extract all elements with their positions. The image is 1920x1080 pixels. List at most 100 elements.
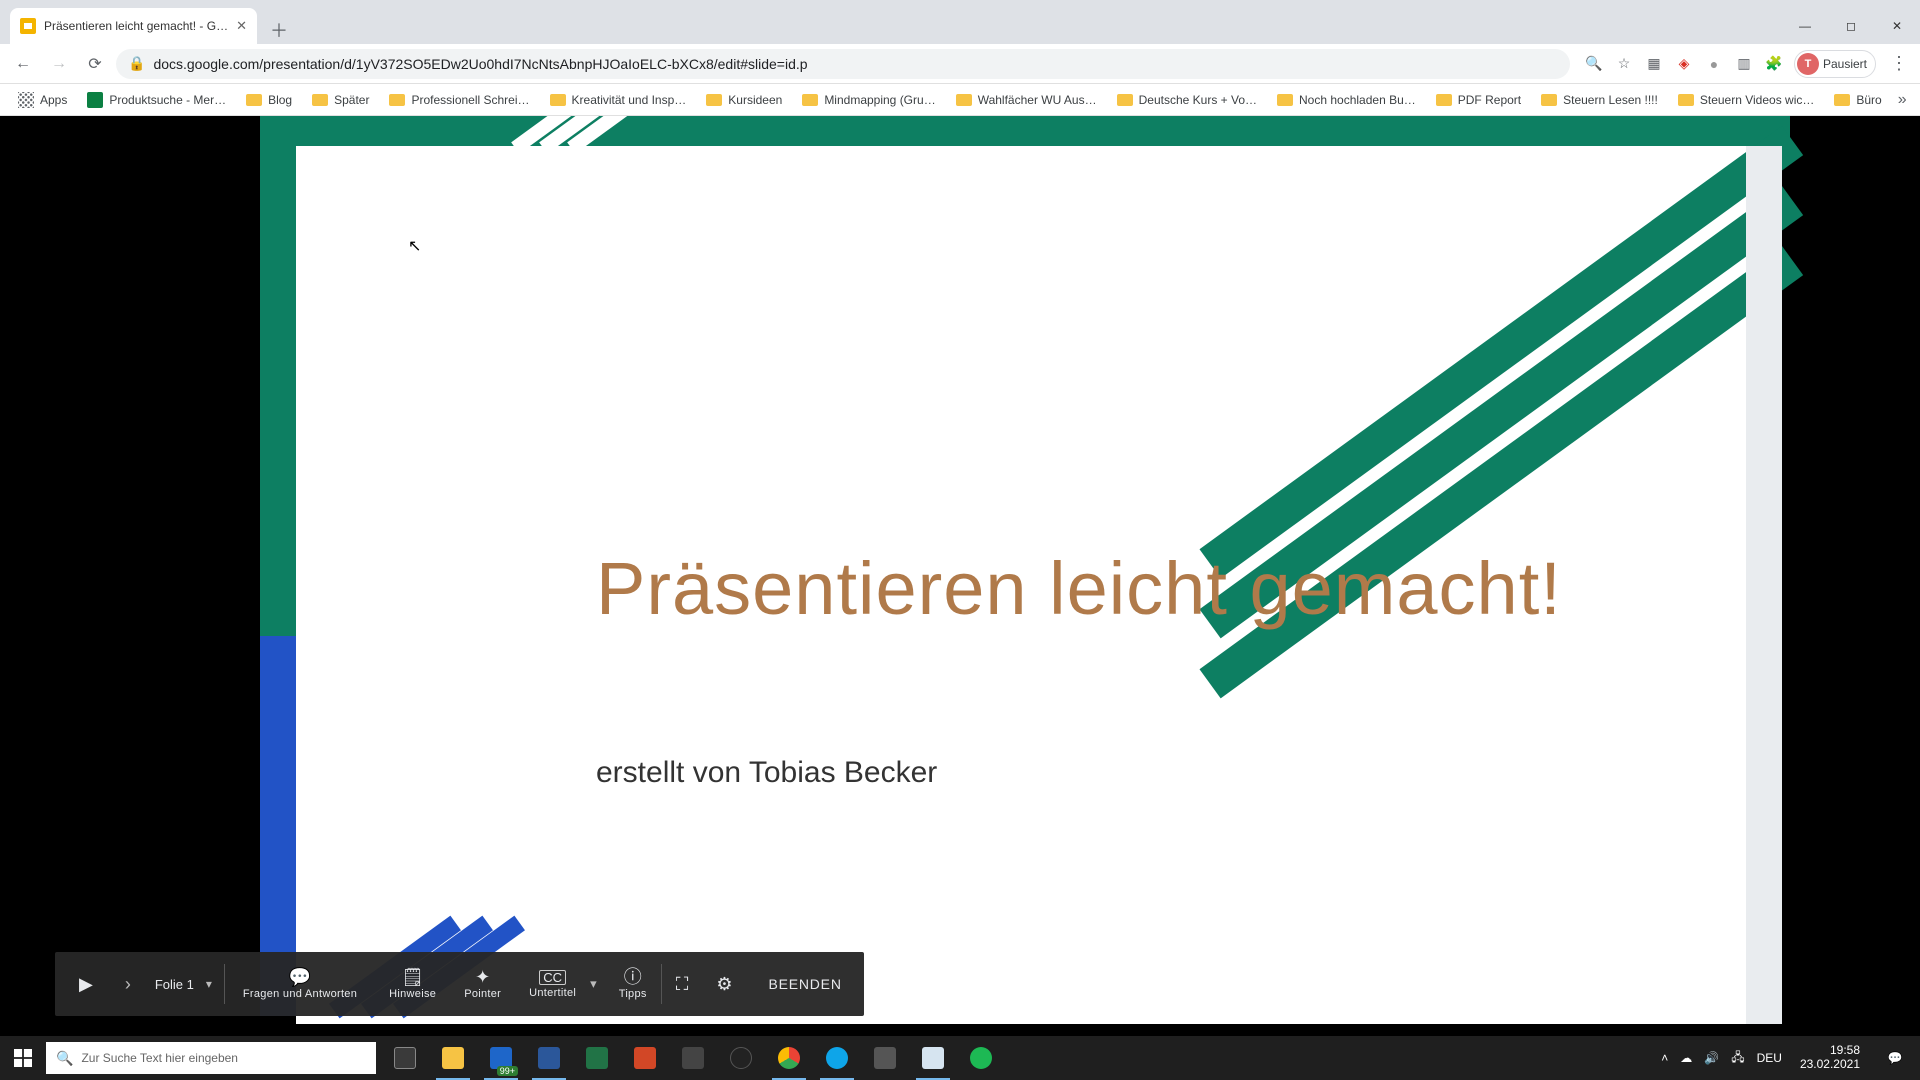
action-center-button[interactable]: 💬 <box>1878 1051 1912 1065</box>
browser-menu-button[interactable]: ⋮ <box>1886 53 1912 74</box>
slide-stage: Präsentieren leicht gemacht! erstellt vo… <box>130 116 1790 1036</box>
bookmark-label: Produktsuche - Mer… <box>109 93 226 107</box>
edge-legacy-button[interactable]: 99+ <box>478 1036 524 1080</box>
language-indicator[interactable]: DEU <box>1757 1051 1782 1065</box>
tips-button[interactable]: ⓘ Tipps <box>605 952 661 1016</box>
slides-favicon-icon <box>20 18 36 34</box>
end-presentation-button[interactable]: BEENDEN <box>746 976 863 992</box>
folder-icon <box>1277 94 1293 106</box>
new-tab-button[interactable]: ＋ <box>265 16 293 44</box>
gear-icon: ⚙ <box>716 974 732 994</box>
bookmark-item[interactable]: Steuern Videos wic… <box>1670 89 1823 111</box>
back-button[interactable]: ← <box>8 49 38 79</box>
folder-icon <box>312 94 328 106</box>
spotify-button[interactable] <box>958 1036 1004 1080</box>
speaker-notes-button[interactable]: 🗒 Hinweise <box>375 952 450 1016</box>
current-slide-label[interactable]: Folie 1 <box>149 977 200 992</box>
word-button[interactable] <box>526 1036 572 1080</box>
minimize-button[interactable]: — <box>1782 8 1828 44</box>
excel-button[interactable] <box>574 1036 620 1080</box>
extension-grid-icon[interactable]: ▥ <box>1734 54 1754 74</box>
bookmark-label: PDF Report <box>1458 93 1521 107</box>
maximize-button[interactable]: ◻ <box>1828 8 1874 44</box>
app2-button[interactable] <box>862 1036 908 1080</box>
bookmark-label: Kursideen <box>728 93 782 107</box>
tab-close-icon[interactable]: ✕ <box>236 18 247 34</box>
site-icon <box>87 92 103 108</box>
browser-tab-strip: Präsentieren leicht gemacht! - G… ✕ ＋ — … <box>0 0 1920 44</box>
notepad-button[interactable] <box>910 1036 956 1080</box>
bookmark-star-icon[interactable]: ☆ <box>1614 54 1634 74</box>
bookmark-item[interactable]: Noch hochladen Bu… <box>1269 89 1424 111</box>
folder-icon <box>550 94 566 106</box>
chrome-button[interactable] <box>766 1036 812 1080</box>
close-window-button[interactable]: ✕ <box>1874 8 1920 44</box>
bookmark-label: Noch hochladen Bu… <box>1299 93 1416 107</box>
profile-state: Pausiert <box>1823 57 1867 71</box>
bookmark-label: Später <box>334 93 369 107</box>
bookmark-item[interactable]: Blog <box>238 89 300 111</box>
presentation-viewport: Präsentieren leicht gemacht! erstellt vo… <box>0 116 1920 1036</box>
bookmark-item[interactable]: Steuern Lesen !!!! <box>1533 89 1666 111</box>
bookmark-item[interactable]: Später <box>304 89 377 111</box>
onedrive-icon[interactable]: ☁ <box>1680 1051 1692 1065</box>
captions-button[interactable]: CC Untertitel <box>515 952 590 1016</box>
browser-tab[interactable]: Präsentieren leicht gemacht! - G… ✕ <box>10 8 257 44</box>
address-bar[interactable]: 🔒 docs.google.com/presentation/d/1yV372S… <box>116 49 1570 79</box>
apps-grid-icon <box>18 92 34 108</box>
url-text: docs.google.com/presentation/d/1yV372SO5… <box>153 56 1558 72</box>
bookmark-item[interactable]: Mindmapping (Gru… <box>794 89 943 111</box>
bookmarks-overflow-button[interactable]: » <box>1894 91 1911 109</box>
captions-label: Untertitel <box>529 987 576 999</box>
slide-picker-chevron-icon[interactable]: ▾ <box>204 977 214 991</box>
apps-shortcut[interactable]: Apps <box>10 88 75 112</box>
taskbar-search[interactable]: 🔍 Zur Suche Text hier eingeben <box>46 1042 376 1074</box>
bookmark-label: Kreativität und Insp… <box>572 93 687 107</box>
edge-button[interactable] <box>814 1036 860 1080</box>
clock-time: 19:58 <box>1800 1044 1860 1058</box>
network-icon[interactable]: 🖧 <box>1731 1048 1744 1069</box>
slide-title: Präsentieren leicht gemacht! <box>596 546 1562 631</box>
volume-icon[interactable]: 🔊 <box>1704 1051 1719 1065</box>
bookmark-item[interactable]: Kursideen <box>698 89 790 111</box>
address-bar-row: ← → ⟳ 🔒 docs.google.com/presentation/d/1… <box>0 44 1920 84</box>
bookmark-item[interactable]: Büro <box>1826 89 1889 111</box>
bookmark-label: Steuern Lesen !!!! <box>1563 93 1658 107</box>
tips-label: Tipps <box>619 988 647 1000</box>
obs-button[interactable] <box>718 1036 764 1080</box>
qa-button[interactable]: 💬 Fragen und Antworten <box>225 952 375 1016</box>
powerpoint-button[interactable] <box>622 1036 668 1080</box>
profile-button[interactable]: T Pausiert <box>1794 50 1876 78</box>
slide-body: Präsentieren leicht gemacht! erstellt vo… <box>296 146 1782 1024</box>
clock[interactable]: 19:58 23.02.2021 <box>1794 1044 1866 1072</box>
folder-icon <box>802 94 818 106</box>
bookmark-item[interactable]: Wahlfächer WU Aus… <box>948 89 1105 111</box>
app-button[interactable] <box>670 1036 716 1080</box>
forward-button[interactable]: → <box>44 49 74 79</box>
task-view-button[interactable] <box>382 1036 428 1080</box>
reload-button[interactable]: ⟳ <box>80 49 110 79</box>
pointer-icon: ✦ <box>475 968 490 986</box>
settings-button[interactable]: ⚙ <box>702 974 746 995</box>
notes-icon: 🗒 <box>401 968 424 986</box>
extension-icon[interactable]: ● <box>1704 54 1724 74</box>
bookmark-item[interactable]: Professionell Schrei… <box>381 89 537 111</box>
bookmark-item[interactable]: PDF Report <box>1428 89 1529 111</box>
file-explorer-button[interactable] <box>430 1036 476 1080</box>
extension-blocker-icon[interactable]: ◈ <box>1674 54 1694 74</box>
next-slide-button[interactable]: › <box>111 975 145 993</box>
bookmark-label: Steuern Videos wic… <box>1700 93 1815 107</box>
start-button[interactable] <box>0 1049 46 1067</box>
play-icon[interactable]: ▶ <box>65 975 107 993</box>
captions-menu-chevron-icon[interactable]: ▾ <box>590 976 605 992</box>
fullscreen-button[interactable]: ⛶ <box>662 974 703 995</box>
pointer-button[interactable]: ✦ Pointer <box>450 952 515 1016</box>
bookmark-item[interactable]: Deutsche Kurs + Vo… <box>1109 89 1265 111</box>
extensions-puzzle-icon[interactable]: 🧩 <box>1764 54 1784 74</box>
tray-overflow-button[interactable]: ˄ <box>1661 1051 1668 1065</box>
reader-icon[interactable]: ▦ <box>1644 54 1664 74</box>
bookmark-item[interactable]: Kreativität und Insp… <box>542 89 695 111</box>
avatar-icon: T <box>1797 53 1819 75</box>
search-icon[interactable]: 🔍 <box>1584 54 1604 74</box>
bookmark-item[interactable]: Produktsuche - Mer… <box>79 88 234 112</box>
